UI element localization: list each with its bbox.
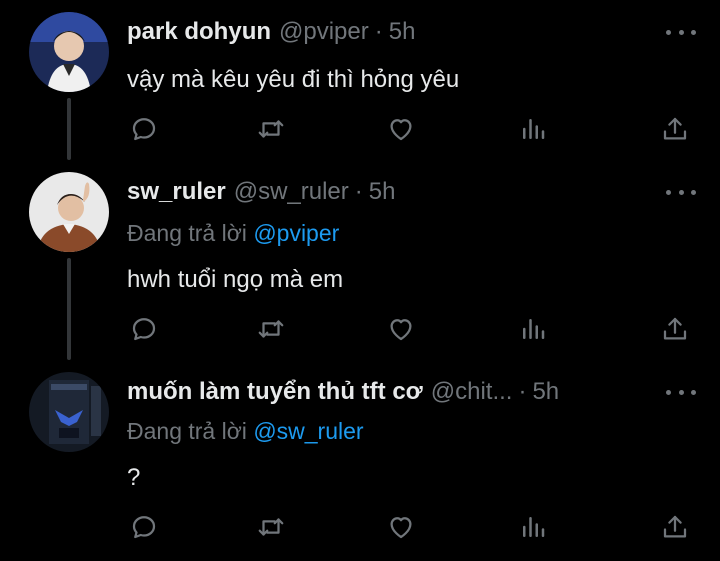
- action-bar: [0, 114, 720, 144]
- handle[interactable]: @pviper: [279, 18, 369, 46]
- timestamp[interactable]: 5h: [389, 18, 416, 46]
- tweet[interactable]: sw_ruler @sw_ruler · 5h Đang trả lời @pv…: [0, 160, 720, 360]
- tweet-header: muốn làm tuyển thủ tft cơ @chit... · 5h: [127, 378, 559, 406]
- mention-link[interactable]: @pviper: [253, 220, 339, 246]
- mention-link[interactable]: @sw_ruler: [253, 418, 363, 444]
- separator: ·: [374, 18, 383, 45]
- like-icon[interactable]: [386, 512, 416, 542]
- share-icon[interactable]: [660, 114, 690, 144]
- share-icon[interactable]: [660, 314, 690, 344]
- share-icon[interactable]: [660, 512, 690, 542]
- tweet-text: vậy mà kêu yêu đi thì hỏng yêu: [127, 66, 460, 93]
- views-icon[interactable]: [518, 314, 548, 344]
- replying-to: Đang trả lời @sw_ruler: [127, 418, 364, 445]
- tweet-text: ?: [127, 464, 141, 491]
- more-icon[interactable]: [666, 22, 696, 42]
- replying-label: Đang trả lời: [127, 220, 247, 246]
- display-name[interactable]: sw_ruler: [127, 178, 226, 206]
- retweet-icon[interactable]: [256, 314, 286, 344]
- tweet[interactable]: park dohyun @pviper · 5h vậy mà kêu yêu …: [0, 0, 720, 160]
- replying-to: Đang trả lời @pviper: [127, 220, 339, 247]
- timestamp[interactable]: 5h: [532, 378, 559, 406]
- retweet-icon[interactable]: [256, 512, 286, 542]
- tweet-text: hwh tuổi ngọ mà em: [127, 266, 344, 293]
- more-icon[interactable]: [666, 382, 696, 402]
- replying-label: Đang trả lời: [127, 418, 247, 444]
- tweet-header: sw_ruler @sw_ruler · 5h: [127, 178, 395, 206]
- display-name[interactable]: park dohyun: [127, 18, 271, 46]
- reply-icon[interactable]: [129, 314, 159, 344]
- views-icon[interactable]: [518, 114, 548, 144]
- display-name[interactable]: muốn làm tuyển thủ tft cơ: [127, 378, 423, 406]
- like-icon[interactable]: [386, 314, 416, 344]
- like-icon[interactable]: [386, 114, 416, 144]
- views-icon[interactable]: [518, 512, 548, 542]
- handle[interactable]: @chit...: [431, 378, 513, 406]
- reply-icon[interactable]: [129, 512, 159, 542]
- separator: ·: [518, 378, 527, 405]
- timestamp[interactable]: 5h: [369, 178, 396, 206]
- handle[interactable]: @sw_ruler: [234, 178, 349, 206]
- avatar[interactable]: [29, 372, 109, 452]
- tweet[interactable]: muốn làm tuyển thủ tft cơ @chit... · 5h …: [0, 360, 720, 561]
- avatar[interactable]: [29, 172, 109, 252]
- more-icon[interactable]: [666, 182, 696, 202]
- action-bar: [0, 314, 720, 344]
- avatar[interactable]: [29, 12, 109, 92]
- separator: ·: [354, 178, 363, 205]
- reply-icon[interactable]: [129, 114, 159, 144]
- retweet-icon[interactable]: [256, 114, 286, 144]
- tweet-header: park dohyun @pviper · 5h: [127, 18, 415, 46]
- action-bar: [0, 512, 720, 542]
